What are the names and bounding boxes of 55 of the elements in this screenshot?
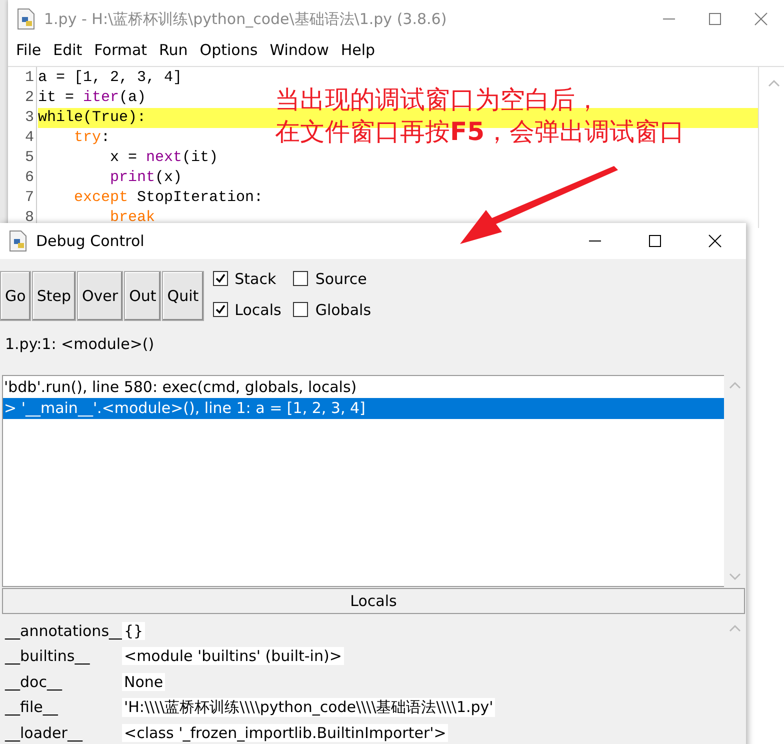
line-number: 8 [24, 208, 34, 228]
locals-header: Locals [2, 588, 745, 614]
window-title: 1.py - H:\蓝桥杯训练\python_code\基础语法\1.py (3.8.6) [44, 10, 447, 28]
debug-button[interactable]: Step [32, 271, 76, 321]
code-line: it = iter(a) [38, 88, 146, 108]
checkbox-box[interactable] [212, 302, 228, 317]
stack-frame-item[interactable]: > '__main__'.<module>(), line 1: a = [1, 2, 3, 4] [3, 398, 724, 419]
checkbox-box[interactable] [293, 302, 308, 317]
stack-frame-item[interactable]: 'bdb'.run(), line 580: exec(cmd, globals, locals) [3, 377, 724, 398]
menu-item[interactable]: Options [194, 41, 264, 59]
code-line: a = [1, 2, 3, 4] [38, 68, 182, 88]
variable-name: __doc__ [4, 672, 64, 691]
line-number: 4 [24, 128, 34, 148]
menu-item[interactable]: Edit [47, 41, 88, 59]
line-number: 2 [24, 88, 34, 108]
debug-button[interactable]: Go [0, 271, 31, 321]
menu-item[interactable]: Run [153, 41, 194, 59]
variable-value: None [122, 672, 166, 691]
code-line: except StopIteration: [73, 188, 264, 208]
line-number: 6 [24, 168, 34, 188]
python-file-icon [8, 230, 28, 252]
code-line: try: [73, 128, 110, 148]
checkbox-box[interactable] [293, 271, 308, 286]
checkbox[interactable]: Locals [212, 298, 282, 321]
code-line: print(x) [109, 168, 182, 188]
line-number: 7 [24, 188, 34, 208]
debug-button[interactable]: Over [76, 271, 124, 321]
variable-value: <class '_frozen_importlib.BuiltinImporter'> [122, 724, 448, 742]
variable-name: __loader__ [4, 724, 84, 742]
variable-value: {} [122, 622, 146, 640]
checkbox-box[interactable] [212, 271, 228, 286]
menu-item[interactable]: File [8, 41, 48, 59]
checkbox[interactable]: Source [293, 267, 372, 290]
menu-item[interactable]: Help [334, 41, 382, 59]
status-text: 1.py:1: <module>() [4, 334, 156, 355]
window-title: Debug Control [36, 232, 144, 250]
close-icon[interactable] [708, 234, 722, 248]
line-number: 1 [24, 68, 34, 88]
menu-item[interactable]: Window [264, 41, 335, 59]
code-line: break [109, 208, 156, 228]
maximize-icon[interactable] [648, 234, 662, 248]
variable-value: <module 'builtins' (built-in)> [122, 647, 344, 666]
menu-item[interactable]: Format [88, 41, 154, 59]
checkbox[interactable]: Globals [293, 298, 372, 321]
variable-name: __builtins__ [4, 647, 91, 666]
debug-button[interactable]: Out [124, 271, 162, 321]
variable-value: 'H:\\\\蓝桥杯训练\\\\python_code\\\\基础语法\\\\1.py' [122, 698, 496, 717]
debug-button[interactable]: Quit [162, 271, 204, 321]
python-file-icon [16, 8, 36, 30]
checkbox[interactable]: Stack [212, 267, 282, 290]
line-number: 5 [24, 148, 34, 168]
variable-name: __annotations__ [4, 622, 122, 640]
code-line: x = next(it) [109, 148, 218, 168]
variable-name: __file__ [4, 698, 59, 716]
line-number: 3 [24, 108, 34, 128]
